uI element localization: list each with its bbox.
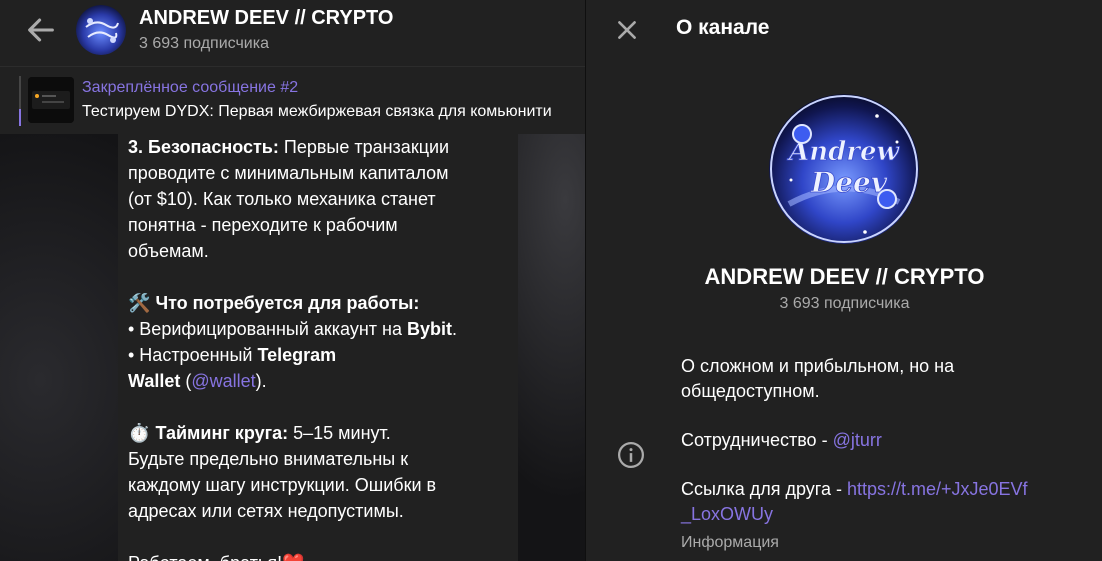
message-text-line: • Верифицированный аккаунт на <box>128 319 407 339</box>
stopwatch-emoji-icon: ⏱️ <box>128 423 151 443</box>
channel-avatar-large[interactable]: Andrew Deev <box>769 94 919 244</box>
channel-title[interactable]: ANDREW DEEV // CRYPTO <box>139 7 393 30</box>
close-icon[interactable] <box>614 17 640 43</box>
pinned-text[interactable]: Тестируем DYDX: Первая межбиржевая связк… <box>82 103 552 121</box>
message-text-line: объемам. <box>128 241 209 261</box>
message-bubble: 3. Безопасность: Первые транзакции прово… <box>118 134 518 561</box>
invite-link[interactable]: https://t.me/+JxJe0EVf <box>847 479 1028 499</box>
message-text-line: 5–15 минут. <box>288 423 391 443</box>
wallet-mention-link[interactable]: @wallet <box>191 371 255 391</box>
message-text-line: . <box>451 319 457 339</box>
message-text-line: ( <box>180 371 192 391</box>
message-text-line: Работаем, братья! <box>128 553 282 561</box>
pinned-indicator <box>19 76 21 126</box>
back-arrow-icon[interactable] <box>24 13 58 47</box>
collab-label: Сотрудничество - <box>681 430 833 450</box>
message-text: 3. Безопасность: Первые транзакции прово… <box>128 134 508 561</box>
message-text-line: Первые транзакции <box>278 137 450 157</box>
message-text-line: ). <box>255 371 267 391</box>
message-bold-text: Wallet <box>128 371 181 391</box>
channel-avatar[interactable] <box>76 5 126 55</box>
message-text-line: каждому шагу инструкции. Ошибки в <box>128 475 437 495</box>
pinned-message-bar[interactable]: Закреплённое сообщение #2 Тестируем DYDX… <box>0 66 585 134</box>
message-bold-text: Bybit <box>406 319 452 339</box>
invite-link-continued[interactable]: _LoxOWUy <box>681 504 773 524</box>
message-text-line: • Настроенный <box>128 345 258 365</box>
pinned-title[interactable]: Закреплённое сообщение #2 <box>82 79 298 97</box>
pinned-thumbnail <box>28 77 74 123</box>
avatar-text-deev: Deev <box>810 166 888 199</box>
message-text-line: адресах или сетях недопустимы. <box>128 501 404 521</box>
message-text-line: (от $10). Как только механика станет <box>128 189 436 209</box>
channel-name: ANDREW DEEV // CRYPTO <box>704 264 985 289</box>
description-line: О сложном и прибыльном, но на <box>681 356 955 376</box>
message-bold-text: Telegram <box>257 345 337 365</box>
message-text-line: Будьте предельно внимательны к <box>128 449 409 469</box>
subscriber-count: 3 693 подписчика <box>139 35 269 52</box>
message-bold-text: 3. Безопасность: <box>128 137 279 157</box>
heart-emoji-icon: ❤️ <box>282 553 304 561</box>
description-line: общедоступном. <box>681 381 820 401</box>
panel-title: О канале <box>676 16 770 39</box>
collab-mention-link[interactable]: @jturr <box>833 430 882 450</box>
friend-link-label: Ссылка для друга - <box>681 479 847 499</box>
message-text-line: проводите с минимальным капиталом <box>128 163 449 183</box>
info-icon <box>616 440 646 470</box>
info-label: Информация <box>681 534 779 551</box>
chat-area: 3. Безопасность: Первые транзакции прово… <box>0 0 585 561</box>
channel-info-panel: О канале Andrew Deev ANDREW DEEV // CRYP… <box>585 0 1102 561</box>
channel-description: О сложном и прибыльном, но на общедоступ… <box>681 354 1091 527</box>
message-heading: Что потребуется для работы: <box>155 293 420 313</box>
tools-emoji-icon: 🛠️ <box>128 293 151 313</box>
message-heading: Тайминг круга: <box>155 423 289 443</box>
panel-subscriber-count: 3 693 подписчика <box>779 295 910 312</box>
message-text-line: понятна - переходите к рабочим <box>128 215 398 235</box>
chat-header[interactable]: ANDREW DEEV // CRYPTO 3 693 подписчика <box>0 0 585 66</box>
